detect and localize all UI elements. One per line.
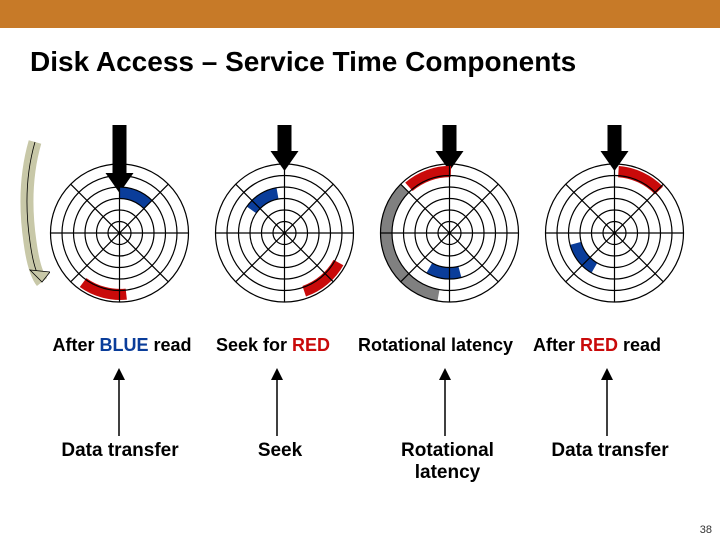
label-4: Data transfer bbox=[545, 440, 675, 462]
label-3: Rotational latency bbox=[395, 440, 500, 484]
up-arrow-icon bbox=[270, 368, 284, 436]
disk-2 bbox=[207, 125, 362, 325]
disks-row bbox=[0, 125, 720, 325]
label-2: Seek bbox=[230, 440, 330, 462]
disk-4 bbox=[537, 125, 692, 325]
up-arrow-icon bbox=[112, 368, 126, 436]
page-number: 38 bbox=[700, 524, 712, 536]
label-1: Data transfer bbox=[55, 440, 185, 462]
caption-1: After BLUE read bbox=[42, 335, 202, 356]
up-arrow-icon bbox=[600, 368, 614, 436]
caption-4: After RED read bbox=[533, 335, 661, 356]
slide-title: Disk Access – Service Time Components bbox=[0, 28, 720, 78]
disk-3 bbox=[372, 125, 527, 325]
caption-2: Seek for RED bbox=[216, 335, 330, 356]
up-arrow-icon bbox=[438, 368, 452, 436]
slide-top-bar bbox=[0, 0, 720, 28]
disk-1 bbox=[42, 125, 197, 325]
caption-3: Rotational latency bbox=[358, 335, 513, 356]
